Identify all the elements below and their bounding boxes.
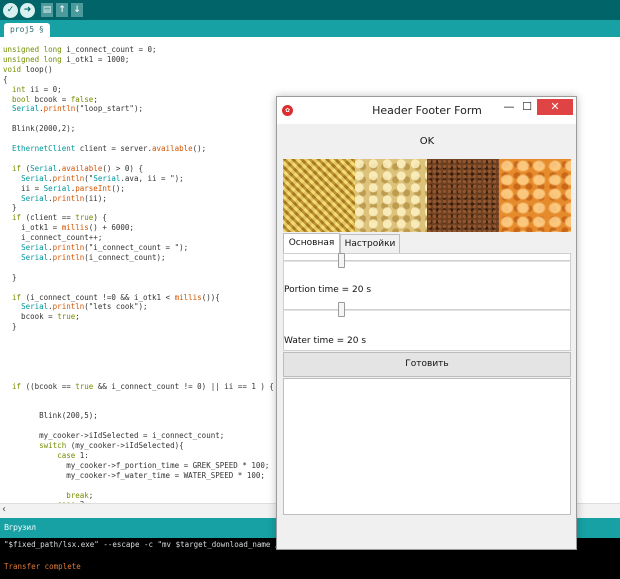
code-line: switch (my_cooker->iIdSelected){ bbox=[39, 441, 184, 450]
code-line: Serial.println("lets cook"); bbox=[21, 302, 148, 312]
tab-proj5[interactable]: proj5 § bbox=[4, 23, 50, 37]
code-line: my_cooker->f_portion_time = GREK_SPEED *… bbox=[3, 460, 270, 470]
code-line: if (Serial.available() > 0) { bbox=[12, 163, 143, 173]
minimize-button[interactable]: — bbox=[501, 99, 517, 115]
water-time-label: Water time = 20 s bbox=[284, 336, 367, 346]
tab-panel-main: Portion time = 20 s Water time = 20 s bbox=[283, 253, 571, 351]
new-sketch-button[interactable]: ▤ bbox=[41, 3, 53, 17]
code-line: Serial.println("Serial.ava, ii = "); bbox=[21, 173, 184, 183]
slider-thumb[interactable] bbox=[338, 253, 345, 268]
code-line: if ((bcook == true && i_connect_count !=… bbox=[12, 381, 274, 391]
code-line: unsigned long i_connect_count = 0; bbox=[3, 45, 157, 54]
open-sketch-button[interactable]: ↑ bbox=[56, 3, 68, 17]
tab-settings[interactable]: Настройки bbox=[340, 234, 400, 253]
code-line: my_cooker->iIdSelected = i_connect_count… bbox=[3, 431, 225, 441]
arrow-up-icon: ↑ bbox=[58, 4, 66, 15]
buckwheat-image bbox=[427, 159, 499, 232]
code-line: Serial.println("i_connect_count = "); bbox=[21, 243, 189, 252]
code-line: { bbox=[3, 74, 8, 84]
check-icon: ✓ bbox=[6, 4, 15, 15]
code-line: bcook = true; bbox=[3, 312, 80, 322]
code-line: unsigned long i_otk1 = 1000; bbox=[3, 54, 130, 64]
macaroni-pasta-image bbox=[355, 159, 427, 232]
code-line: Blink(2000,2); bbox=[3, 124, 76, 134]
fusilli-pasta-image bbox=[283, 159, 355, 232]
water-time-slider[interactable] bbox=[284, 302, 570, 317]
code-line: bool bcook = false; bbox=[12, 94, 98, 104]
arrow-right-icon: ➜ bbox=[23, 4, 32, 15]
code-line: } bbox=[3, 203, 17, 213]
save-sketch-button[interactable]: ↓ bbox=[71, 3, 83, 17]
code-line: } bbox=[3, 272, 17, 282]
console-line: "$fixed_path/lsx.exe" --escape -c "mv $t… bbox=[4, 540, 298, 549]
code-line: Serial.println(i_connect_count); bbox=[21, 252, 166, 262]
arrow-down-icon: ↓ bbox=[73, 4, 81, 15]
code-line: void loop() bbox=[3, 64, 53, 74]
code-line: Serial.println("loop_start"); bbox=[12, 104, 143, 114]
file-icon: ▤ bbox=[42, 4, 52, 15]
food-banner bbox=[283, 159, 571, 232]
code-line: Serial.println(ii); bbox=[21, 193, 107, 203]
upload-button[interactable]: ➜ bbox=[20, 2, 35, 18]
console-line: Transfer complete bbox=[4, 562, 81, 571]
code-line: case 1: bbox=[57, 450, 89, 460]
header-footer-form-window: ✿ Header Footer Form — ☐ ✕ OK Основная Н… bbox=[276, 96, 577, 550]
output-area[interactable] bbox=[283, 378, 571, 515]
ok-button[interactable]: OK bbox=[283, 125, 571, 158]
maximize-button[interactable]: ☐ bbox=[519, 99, 535, 115]
ide-toolbar: ✓ ➜ ▤ ↑ ↓ bbox=[0, 0, 620, 20]
slider-track bbox=[284, 260, 570, 262]
code-line: break; bbox=[66, 490, 94, 500]
code-line: if (i_connect_count !=0 && i_otk1 < mill… bbox=[12, 292, 220, 302]
portion-time-label: Portion time = 20 s bbox=[284, 285, 372, 295]
code-line: my_cooker->f_water_time = WATER_SPEED * … bbox=[3, 470, 265, 480]
cook-button[interactable]: Готовить bbox=[283, 352, 571, 377]
chevron-left-icon[interactable]: ‹ bbox=[2, 504, 6, 515]
settings-tabs: Основная Настройки bbox=[283, 233, 571, 253]
shell-pasta-image bbox=[499, 159, 571, 232]
slider-thumb[interactable] bbox=[338, 302, 345, 317]
code-line: i_otk1 = millis() + 6000; bbox=[3, 223, 134, 233]
code-line: if (client == true) { bbox=[12, 213, 107, 223]
window-title-bar[interactable]: ✿ Header Footer Form — ☐ ✕ bbox=[277, 97, 576, 124]
code-line: int ii = 0; bbox=[12, 84, 62, 94]
code-line: ii = Serial.parseInt(); bbox=[3, 183, 125, 193]
tab-main[interactable]: Основная bbox=[283, 233, 340, 253]
code-line: i_connect_count++; bbox=[3, 233, 103, 243]
code-line: EthernetClient client = server.available… bbox=[12, 144, 207, 153]
slider-track bbox=[284, 309, 570, 311]
close-button[interactable]: ✕ bbox=[537, 99, 573, 115]
portion-time-slider[interactable] bbox=[284, 253, 570, 268]
code-line: Blink(200,5); bbox=[3, 411, 98, 421]
ide-tab-bar: proj5 § bbox=[0, 20, 620, 37]
code-line: } bbox=[3, 322, 17, 332]
verify-button[interactable]: ✓ bbox=[3, 2, 18, 18]
